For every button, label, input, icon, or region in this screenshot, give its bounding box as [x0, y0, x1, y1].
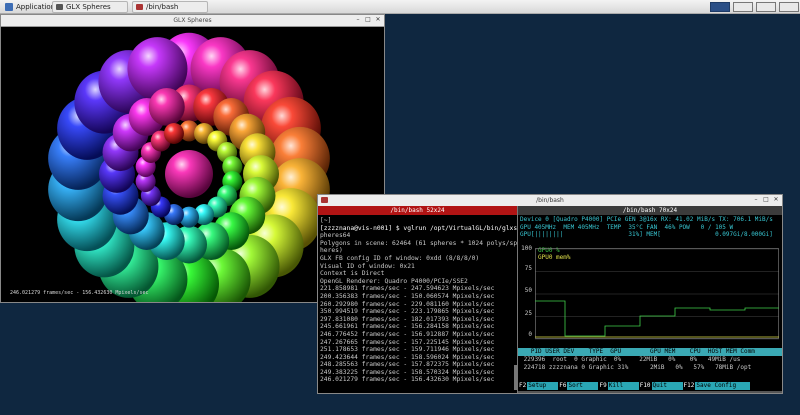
terminal-line: Context is Direct	[320, 270, 385, 278]
process-row[interactable]: 224718 zzzznana 0 Graphic 31% 2MiB 0% 57…	[518, 364, 782, 372]
horizontal-scrollbar[interactable]	[518, 391, 782, 393]
task-glx-spheres[interactable]: GLX Spheres	[52, 1, 128, 13]
terminal-line: 251.178653 frames/sec - 159.711946 Mpixe…	[320, 346, 495, 354]
axis-tick: 75	[524, 265, 532, 272]
sphere	[148, 87, 185, 126]
fkey-key: F10	[638, 382, 652, 390]
kill-button[interactable]: Kill	[607, 382, 639, 390]
terminal-icon	[321, 197, 328, 203]
axis-tick: 0	[528, 331, 532, 338]
terminal-line: [~]	[320, 217, 332, 224]
top-panel: Applications GLX Spheres /bin/bash	[0, 0, 800, 14]
task-bin-bash[interactable]: /bin/bash	[132, 1, 208, 13]
terminal-line: 245.661961 frames/sec - 156.284158 Mpixe…	[320, 323, 495, 331]
terminal-line: 350.994519 frames/sec - 223.179865 Mpixe…	[320, 308, 495, 316]
fkey-key: F9	[598, 382, 608, 390]
center-sphere	[165, 150, 213, 198]
clock-info: GPU 405MHz MEM 405MHz TEMP 35°C FAN 46% …	[520, 223, 734, 231]
terminal-line: Visual ID of window: 0x21	[320, 262, 415, 270]
gpu-usage-line	[535, 300, 779, 337]
terminal-line: GLX FB config ID of window: 0xdd (8/8/8/…	[320, 254, 480, 262]
maximize-icon[interactable]: □	[364, 16, 372, 24]
terminal-output: [~] [zzzznana@vis-n001] $ vglrun /opt/Vi…	[318, 215, 517, 384]
terminal-line: 260.292980 frames/sec - 229.081160 Mpixe…	[320, 300, 495, 308]
axis-tick: 100	[521, 245, 532, 252]
sphere	[163, 122, 184, 144]
device-info: Device 0 [Quadro P4000] PCIe GEN 3@16x R…	[520, 216, 773, 223]
terminal-line: OpenGL Renderer: Quadro P4000/PCIe/SSE2	[320, 277, 468, 285]
close-icon[interactable]: ✕	[772, 196, 780, 204]
terminal-line: Polygons in scene: 62464 (61 spheres * 1…	[320, 239, 517, 247]
function-key-bar: F2 Setup F6 Sort F9 Kill F10 Quit F12 Save Co…	[518, 382, 782, 390]
window-title: GLX Spheres	[173, 17, 212, 24]
vertical-scrollbar[interactable]	[514, 365, 517, 390]
sort-button[interactable]: Sort	[567, 382, 599, 390]
terminal-icon	[136, 4, 143, 10]
pane-title: /bin/bash 52x24	[318, 206, 517, 215]
quit-button[interactable]: Quit	[651, 382, 683, 390]
process-row[interactable]: 229396 root 0 Graphic 0% 22MiB 0% 0% 49M…	[518, 356, 782, 364]
terminal-line: pheres64	[320, 232, 351, 240]
workspace-1[interactable]	[710, 2, 730, 12]
maximize-icon[interactable]: □	[762, 196, 770, 204]
save-config-button[interactable]: Save Config	[695, 382, 751, 390]
workspace-3[interactable]	[756, 2, 776, 12]
terminal-line: 247.267665 frames/sec - 157.225145 Mpixe…	[320, 338, 495, 346]
fps-overlay: 246.021279 frames/sec - 156.432630 Mpixe…	[10, 290, 149, 296]
terminal-line: heres)	[320, 247, 343, 255]
terminal-line: 297.831080 frames/sec - 182.017393 Mpixe…	[320, 315, 495, 323]
utilization-bars: GPU[|||||||| 31%] MEM[ 0.097Gi/8.000Gi]	[520, 231, 773, 239]
gpu-chart-plot	[535, 248, 779, 340]
chart-border	[535, 248, 779, 339]
fkey-key: F2	[518, 382, 528, 390]
window-icon	[56, 4, 63, 10]
close-icon[interactable]: ✕	[374, 16, 382, 24]
terminal-line: 246.021279 frames/sec - 156.432630 Mpixe…	[320, 376, 495, 384]
workspace-4[interactable]	[779, 2, 799, 12]
minimize-icon[interactable]: –	[354, 16, 362, 24]
terminal-line: 249.383225 frames/sec - 158.570324 Mpixe…	[320, 368, 495, 376]
terminal-line: 221.858981 frames/sec - 247.594623 Mpixe…	[320, 285, 495, 293]
terminal-line: 248.285563 frames/sec - 157.872375 Mpixe…	[320, 361, 495, 369]
axis-tick: 50	[524, 287, 532, 294]
workspace-2[interactable]	[733, 2, 753, 12]
terminal-titlebar[interactable]: /bin/bash – □ ✕	[318, 195, 782, 206]
minimize-icon[interactable]: –	[752, 196, 760, 204]
left-terminal-pane[interactable]: /bin/bash 52x24 [~] [zzzznana@vis-n001] …	[318, 206, 517, 393]
terminal-line: 246.776452 frames/sec - 156.912887 Mpixe…	[320, 330, 495, 338]
fkey-key: F6	[558, 382, 568, 390]
nvtop-pane[interactable]: /bin/bash 70x24 Device 0 [Quadro P4000] …	[518, 206, 782, 393]
gpu-usage-chart: 100 75 50 25 0 GPU0 % GPU0 mem%	[520, 245, 780, 344]
axis-tick: 25	[524, 310, 532, 317]
process-table-header: PID USER DEV TYPE GPU GPU MEM CPU HOST M…	[518, 348, 782, 356]
terminal-line: 200.356383 frames/sec - 150.060574 Mpixe…	[320, 292, 495, 300]
window-title: /bin/bash	[536, 197, 564, 204]
setup-button[interactable]: Setup	[527, 382, 559, 390]
terminal-window: /bin/bash – □ ✕ /bin/bash 52x24 [~] [zzz…	[317, 194, 783, 394]
terminal-line: [zzzznana@vis-n001] $ vglrun /opt/Virtua…	[320, 224, 517, 232]
fkey-key: F12	[682, 382, 696, 390]
pane-title: /bin/bash 70x24	[518, 206, 782, 215]
applications-icon	[5, 3, 13, 11]
terminal-line: 249.423644 frames/sec - 158.596024 Mpixe…	[320, 353, 495, 361]
